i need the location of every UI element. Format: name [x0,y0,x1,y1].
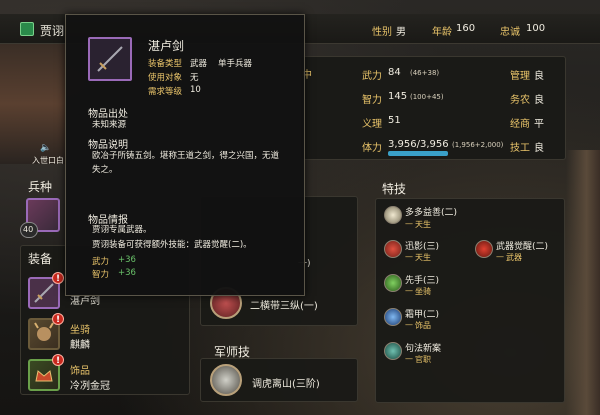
force-detail: (46+38) [410,69,440,77]
sword-icon [97,46,123,72]
trait-name-5: 霜甲(二) [405,310,440,320]
loyalty-label: 忠诚 [500,27,520,38]
weapon-alert-icon: ! [52,272,64,284]
trait-dash: — [405,320,413,329]
traits-panel [375,198,565,403]
gender-value: 男 [396,27,406,38]
manage-value: 良 [534,71,544,82]
politics-label: 义理 [362,119,382,130]
craft-value: 良 [534,143,544,154]
use-target-label: 使用对象 [148,73,183,83]
qilin-icon [34,322,54,341]
item-tooltip: 湛卢剑 装备类型 武器 单手兵器 使用对象 无 需求等级 10 物品出处 未知来… [65,14,305,296]
trait-name-3: 武器觉醒(二) [496,242,549,252]
loyalty-value: 100 [526,23,546,34]
accessory-type: 饰品 [70,366,90,377]
mount-alert-icon: ! [52,313,64,325]
trait-sub-4: 坐骑 [415,287,431,296]
tiger-icon[interactable] [210,364,242,396]
portrait-status: 入世口白 [32,156,64,165]
character-icon [20,22,34,36]
info-line-2: 贾诩装备可获得额外技能：武器觉醒(二)。 [92,240,252,250]
gender-label: 性别 [372,27,392,38]
craft-label: 技工 [510,143,530,154]
traits-title: 特技 [382,182,407,196]
combat-skill-name: 二横带三纵(一) [250,301,318,312]
farm-label: 务农 [510,95,530,106]
trait-icon-3 [475,240,493,258]
trait-dash: — [496,252,504,261]
troop-level: 40 [23,225,34,234]
intel-detail: (100+45) [410,93,444,101]
trait-sub-6: 官职 [415,355,431,364]
info-line-1: 贾诩专属武器。 [92,225,152,235]
speaker-icon[interactable]: 🔈 [40,143,51,153]
farm-value: 良 [534,95,544,106]
trait-dash: — [405,252,413,261]
use-target-value: 无 [190,73,199,83]
politics-value: 51 [388,115,401,126]
stamina-bar [388,151,448,156]
trait-name-4: 先手(三) [405,276,440,286]
crown-icon [35,370,53,382]
stamina-value: 3,956/3,956 [388,139,449,150]
accessory-alert-icon: ! [52,354,64,366]
business-label: 经商 [510,119,530,130]
equipment-title: 装备 [28,252,53,266]
strategist-skill-name: 调虎离山(三阶) [252,379,320,390]
origin-text: 未知来源 [92,120,127,130]
trait-icon-5 [384,308,402,326]
age-label: 年龄 [432,27,452,38]
equip-type-value: 武器 [190,59,208,69]
trait-icon-6 [384,342,402,360]
req-level-value: 10 [190,85,201,95]
trait-icon-1 [384,206,402,224]
req-level-label: 需求等级 [148,87,183,97]
trait-name-1: 多多益善(二) [405,208,458,218]
stamina-label: 体力 [362,143,382,154]
trait-icon-2 [384,240,402,258]
stamina-detail: (1,956+2,000) [452,141,504,149]
trait-dash: — [405,219,413,228]
weapon-class: 单手兵器 [218,59,253,69]
equip-type-label: 装备类型 [148,59,183,69]
age-value: 160 [456,23,476,34]
trait-sub-5: 饰品 [415,321,431,330]
character-art [566,150,600,415]
sword-icon [34,283,54,303]
trait-sub-3: 武器 [506,253,522,262]
trait-dash: — [405,286,413,295]
trait-name-2: 迅影(三) [405,242,440,252]
trait-icon-4 [384,274,402,292]
tooltip-item-icon [88,37,132,81]
manage-label: 管理 [510,71,530,82]
bonus-intel-label: 智力 [92,270,110,280]
tooltip-item-name: 湛卢剑 [148,39,185,53]
desc-line-2: 失之。 [92,165,118,175]
trait-sub-2: 天生 [415,253,431,262]
force-value: 84 [388,67,401,78]
trait-sub-1: 天生 [415,220,431,229]
character-portrait [0,44,66,164]
force-label: 武力 [362,71,382,82]
trait-name-6: 句法新案 [405,344,442,354]
business-value: 平 [534,119,544,130]
bonus-intel-value: +36 [118,268,136,278]
trait-dash: — [405,354,413,363]
intel-label: 智力 [362,95,382,106]
accessory-name: 冷冽金冠 [70,381,110,392]
mount-name: 麒麟 [70,340,90,351]
intel-value: 145 [388,91,408,102]
character-name: 贾诩 [40,24,65,38]
bonus-force-value: +36 [118,255,136,265]
mount-type: 坐骑 [70,325,90,336]
troop-title: 兵种 [28,180,53,194]
bonus-force-label: 武力 [92,257,110,267]
desc-line-1: 欧冶子所铸五剑。堪称王道之剑，得之兴国，无道 [92,151,280,161]
